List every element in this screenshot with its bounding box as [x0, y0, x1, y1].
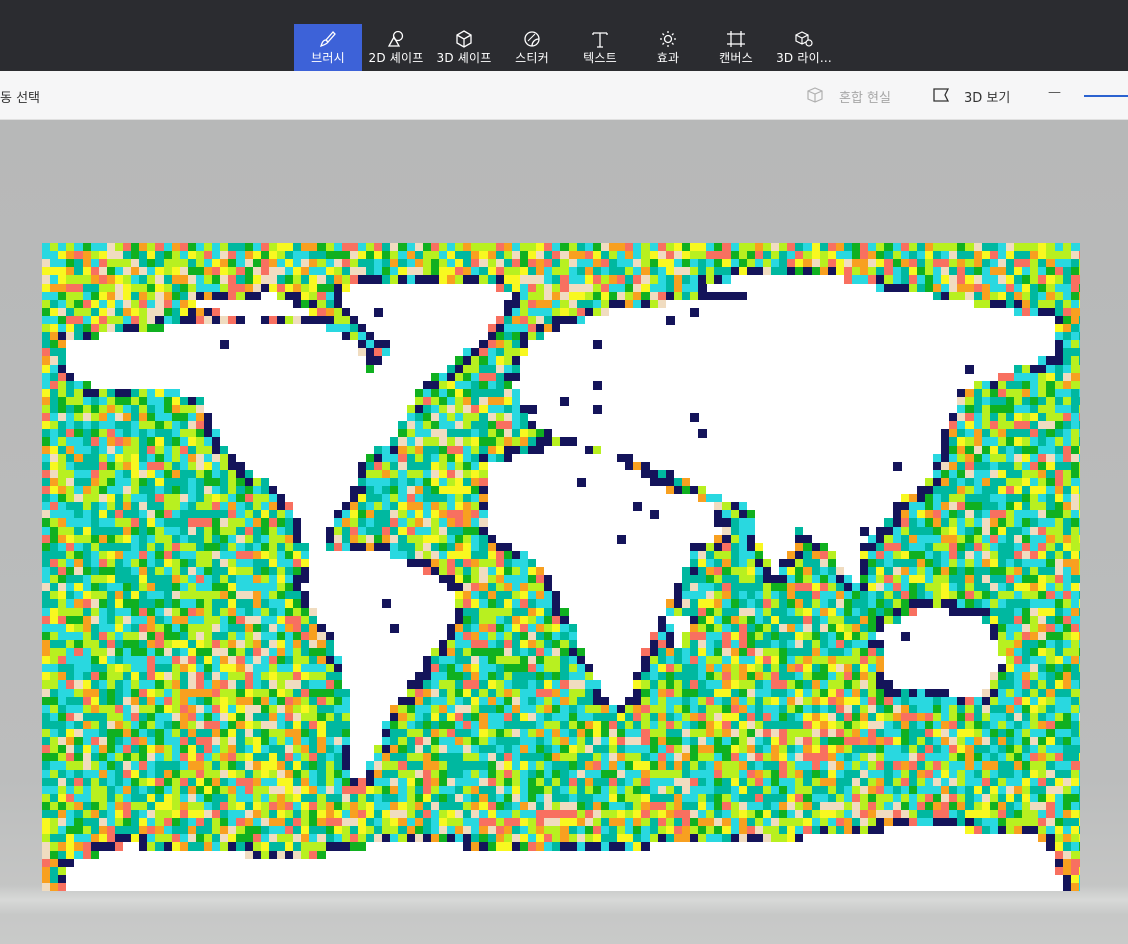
- brush-icon: [319, 31, 336, 48]
- tool-stickers[interactable]: 스티커: [498, 24, 566, 71]
- tool-label: 3D 셰이프: [436, 51, 492, 65]
- tool-text[interactable]: 텍스트: [566, 24, 634, 71]
- tool-label: 2D 셰이프: [368, 51, 424, 65]
- tool-3d-shapes[interactable]: 3D 셰이프: [430, 24, 498, 71]
- mixed-reality-icon: [807, 87, 823, 103]
- tool-label: 캔버스: [719, 51, 753, 65]
- 2d-shapes-icon: [387, 30, 404, 47]
- tool-label: 효과: [656, 51, 680, 65]
- secondary-toolbar: 동 선택 혼합 현실 3D 보기 —: [0, 71, 1128, 120]
- 3d-library-icon: [795, 31, 813, 47]
- tool-canvas[interactable]: 캔버스: [702, 24, 770, 71]
- sticker-icon: [524, 31, 540, 47]
- magic-select-button[interactable]: 동 선택: [0, 87, 40, 106]
- zoom-slider[interactable]: [1084, 95, 1128, 97]
- tool-effects[interactable]: 효과: [634, 24, 702, 71]
- top-toolbar: 브러시 2D 셰이프 3D 셰이프 스티커 텍스트 효과 캔버스 3D 라이..…: [0, 0, 1128, 71]
- effects-icon: [660, 31, 676, 47]
- tool-brushes[interactable]: 브러시: [294, 24, 362, 71]
- view-3d-icon: [933, 88, 950, 102]
- text-icon: [592, 32, 608, 48]
- mixed-reality-button[interactable]: 혼합 현실: [839, 87, 891, 106]
- zoom-out-button[interactable]: —: [1048, 85, 1061, 100]
- tool-label: 브러시: [311, 51, 345, 65]
- tool-label: 3D 라이...: [776, 51, 832, 65]
- 3d-shapes-icon: [456, 30, 472, 48]
- view-3d-button[interactable]: 3D 보기: [964, 87, 1010, 106]
- world-map-canvas[interactable]: [42, 243, 1080, 891]
- canvas-icon: [727, 31, 745, 47]
- tool-label: 스티커: [515, 51, 549, 65]
- tool-2d-shapes[interactable]: 2D 셰이프: [362, 24, 430, 71]
- tool-3d-library[interactable]: 3D 라이...: [770, 24, 838, 71]
- tool-label: 텍스트: [583, 51, 617, 65]
